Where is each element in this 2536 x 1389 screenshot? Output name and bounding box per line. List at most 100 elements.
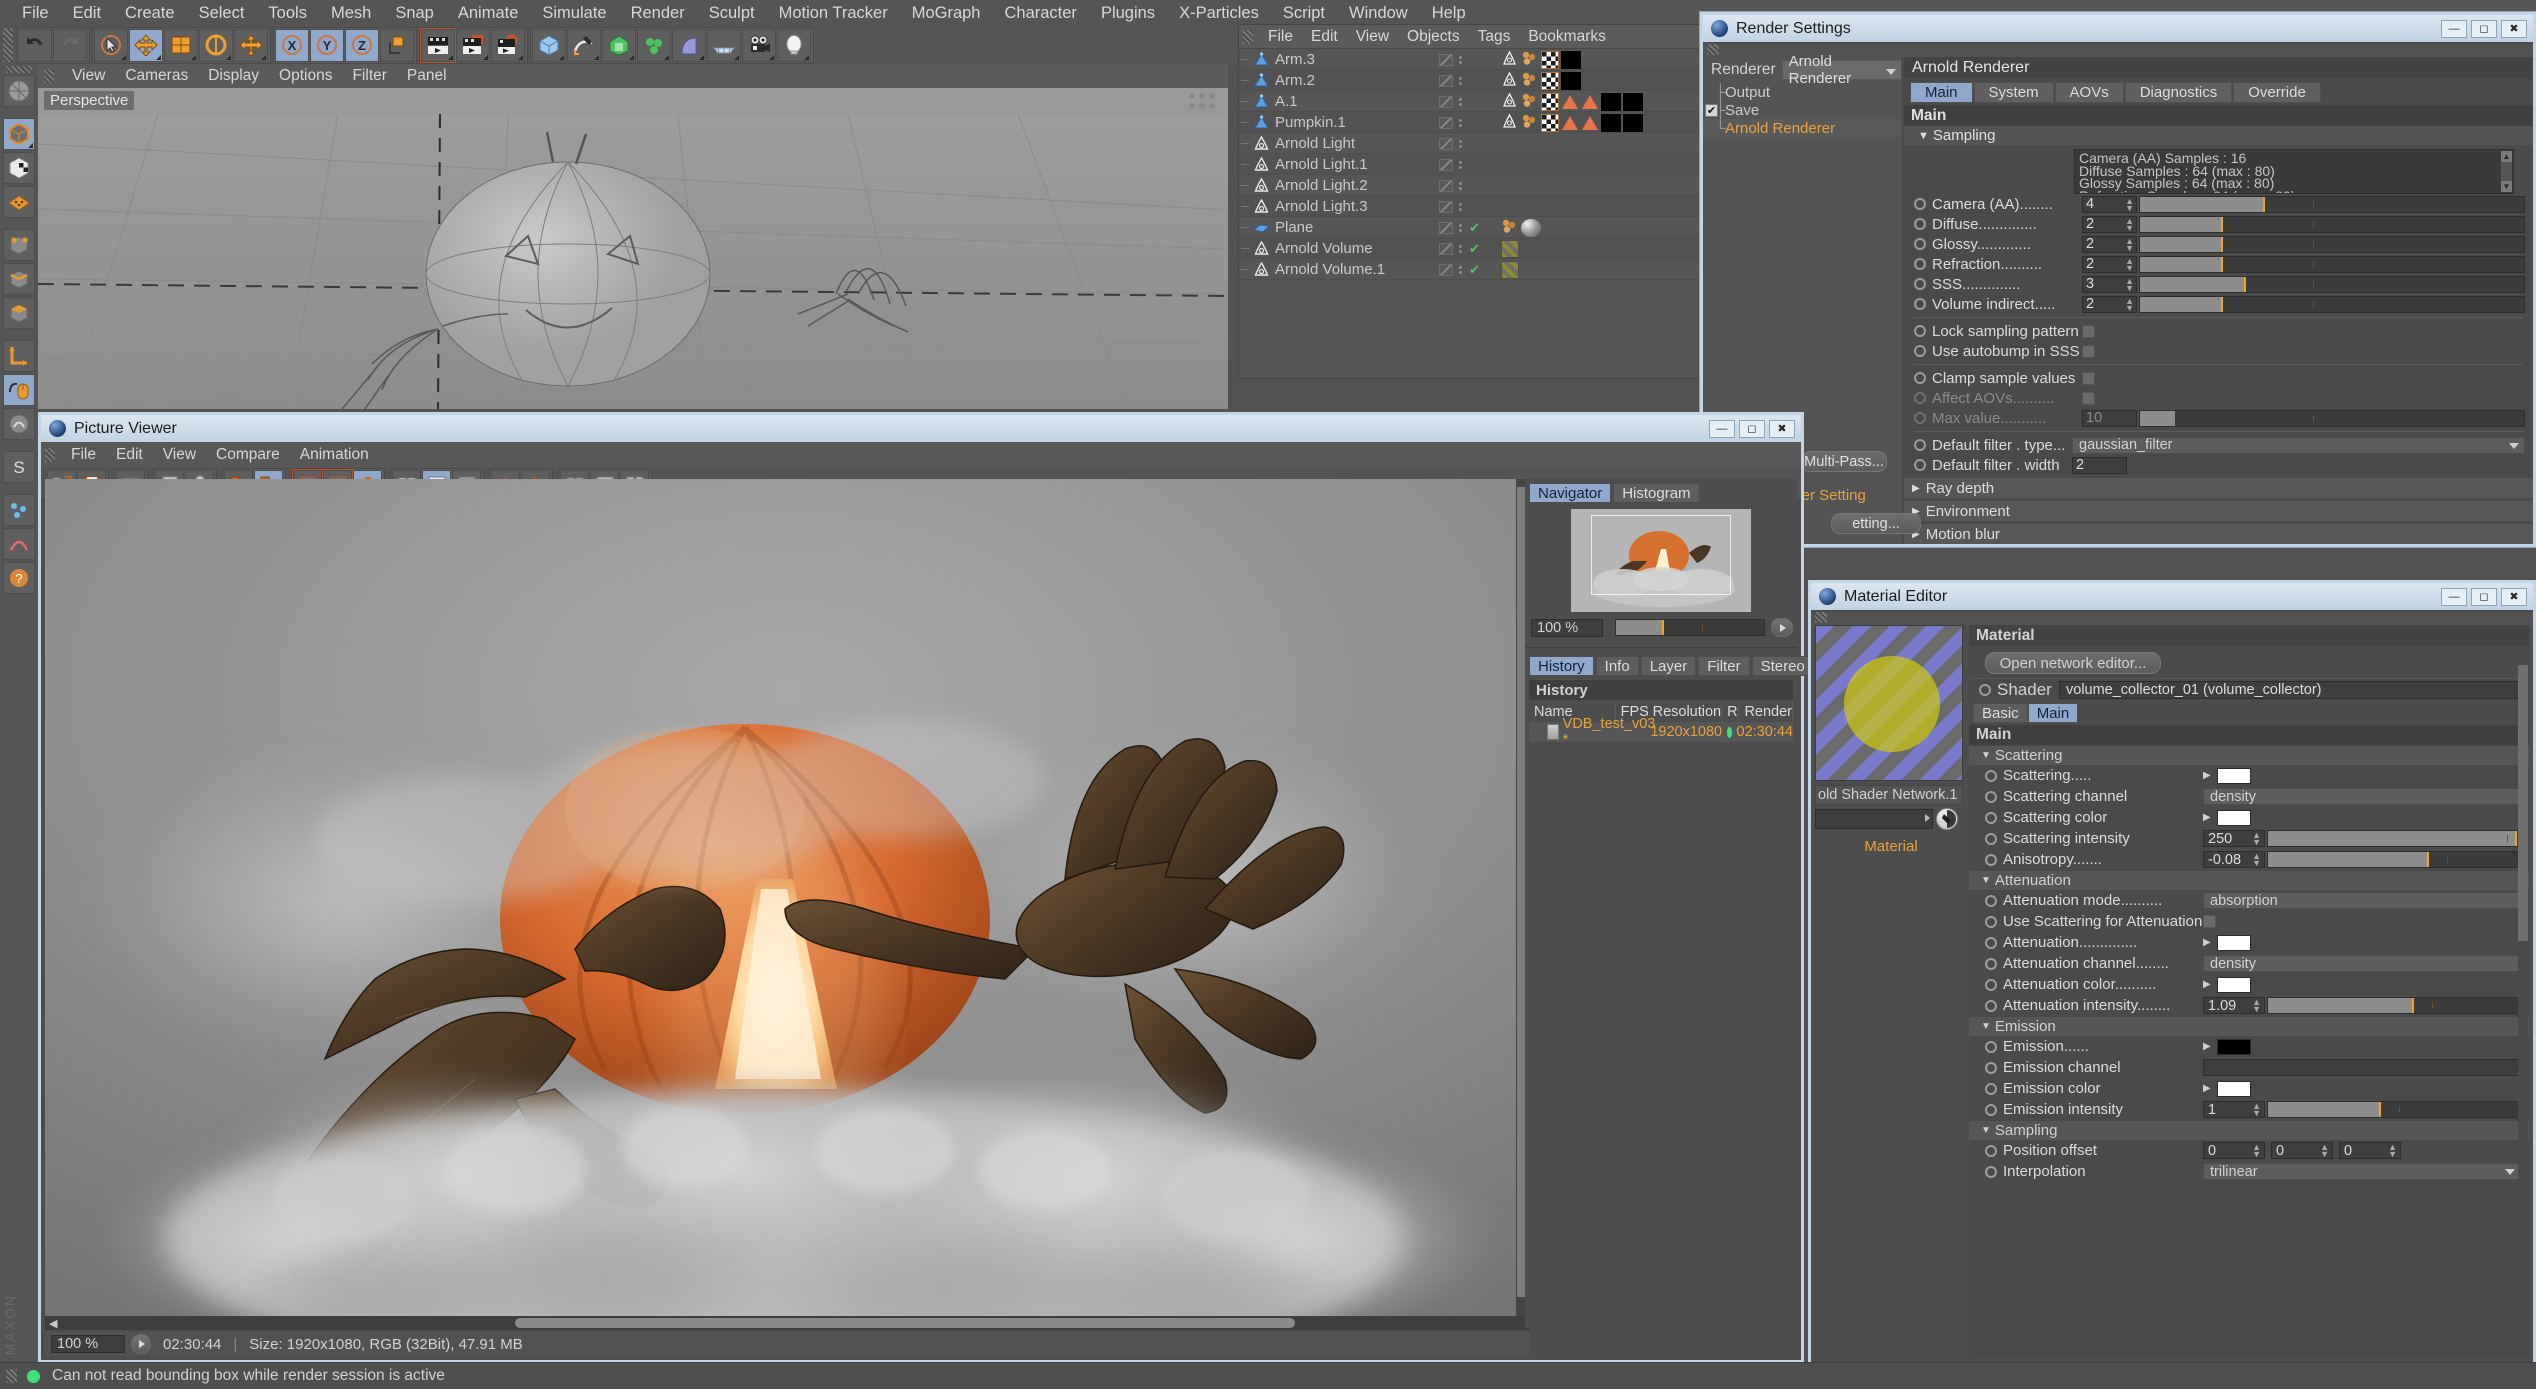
render-checkbox-radio[interactable] <box>1914 325 1926 337</box>
spinner-icon[interactable]: ▲ ▼ <box>2252 998 2261 1014</box>
visibility-dots[interactable] <box>1459 76 1465 85</box>
spinner-icon[interactable]: ▲ ▼ <box>2252 1143 2261 1159</box>
picture-viewer-zoom-input[interactable]: 100 % <box>51 1335 125 1353</box>
render-settings-icon[interactable] <box>491 28 525 62</box>
tag-triangle-icon[interactable] <box>1561 93 1579 111</box>
material-editor-titlebar[interactable]: Material Editor — ◻ ✖ <box>1811 583 2533 610</box>
enabled-check-icon[interactable]: ✔ <box>1469 220 1481 236</box>
camera-icon[interactable] <box>742 28 776 62</box>
enabled-check-icon[interactable]: ✔ <box>1469 241 1481 257</box>
spline-pen-icon[interactable] <box>567 28 601 62</box>
sampling-value-input[interactable]: 2 ▲ ▼ <box>2082 215 2137 233</box>
tag-material-icon[interactable] <box>1521 50 1539 70</box>
workplane-icon[interactable] <box>3 186 35 218</box>
menu-item-file[interactable]: File <box>10 0 61 26</box>
material-row-radio[interactable] <box>1985 1144 1997 1157</box>
material-row-radio[interactable] <box>1985 811 1997 824</box>
menu-item-render[interactable]: Render <box>619 0 697 26</box>
om-menu-view[interactable]: View <box>1347 28 1398 46</box>
tag-arnold-icon[interactable] <box>1501 71 1519 91</box>
menu-item-script[interactable]: Script <box>1271 0 1337 26</box>
tag-material-icon[interactable] <box>1521 71 1539 91</box>
cube-primitive-icon[interactable] <box>532 28 566 62</box>
viewport-menu-cameras[interactable]: Cameras <box>115 67 198 85</box>
render-checkbox[interactable] <box>2082 371 2095 385</box>
sampling-value-input[interactable]: 4 ▲ ▼ <box>2082 195 2137 213</box>
s-logo-icon[interactable]: S <box>3 451 35 483</box>
rendered-image-canvas[interactable] <box>45 479 1530 1323</box>
render-checkbox-radio[interactable] <box>1914 372 1926 384</box>
pv-menu-file[interactable]: File <box>61 446 106 464</box>
sampling-slider[interactable] <box>2139 255 2525 273</box>
render-checkbox[interactable] <box>2082 391 2095 405</box>
tag-triangle-icon[interactable] <box>1581 93 1599 111</box>
tag-arnold-icon[interactable] <box>1501 92 1519 112</box>
viewport-menu-options[interactable]: Options <box>269 67 342 85</box>
setting-button[interactable]: etting... <box>1831 513 1921 534</box>
make-editable-icon[interactable] <box>3 75 35 107</box>
pv-menu-edit[interactable]: Edit <box>106 446 153 464</box>
material-row-radio[interactable] <box>1985 1061 1997 1074</box>
table-row[interactable]: Pumpkin.1 <box>1239 112 1707 133</box>
snap-settings-icon[interactable] <box>3 408 35 440</box>
menu-item-character[interactable]: Character <box>992 0 1088 26</box>
spinner-icon[interactable]: ▲ ▼ <box>2388 1143 2397 1159</box>
visibility-dots[interactable] <box>1459 202 1465 211</box>
pv-close-button[interactable]: ✖ <box>1769 419 1795 438</box>
environment-floor-icon[interactable] <box>707 28 741 62</box>
xparticles-question-icon[interactable]: ? <box>3 562 35 594</box>
collapsed-section-environment[interactable]: ▶ Environment <box>1904 500 2533 521</box>
redo-icon[interactable] <box>53 28 87 62</box>
material-text-field[interactable] <box>2203 1059 2521 1076</box>
tag-black-icon[interactable] <box>1561 50 1581 69</box>
table-row[interactable]: Arnold Volume ✔ <box>1239 238 1707 259</box>
layer-color-swatch[interactable] <box>1439 221 1453 234</box>
layer-color-swatch[interactable] <box>1439 179 1453 192</box>
color-swatch[interactable] <box>2216 1038 2251 1055</box>
attenuation-group-toggle[interactable]: ▼ Attenuation <box>1969 871 2529 890</box>
tag-triangle-icon[interactable] <box>1561 114 1579 132</box>
material-slider[interactable] <box>2267 1101 2521 1118</box>
scattering-group-toggle[interactable]: ▼ Scattering <box>1969 746 2529 765</box>
material-row-radio[interactable] <box>1985 769 1997 782</box>
layer-color-swatch[interactable] <box>1439 116 1453 129</box>
om-menu-file[interactable]: File <box>1259 28 1302 46</box>
material-row-radio[interactable] <box>1985 832 1997 845</box>
sampling-group-toggle[interactable]: ▼ Sampling <box>1904 126 2533 145</box>
sampling-value-input[interactable]: 3 ▲ ▼ <box>2082 275 2137 293</box>
tag-black-icon[interactable] <box>1561 71 1581 90</box>
menu-item-animate[interactable]: Animate <box>446 0 531 26</box>
menu-item-tools[interactable]: Tools <box>256 0 319 26</box>
me-close-button[interactable]: ✖ <box>2501 587 2527 606</box>
layer-color-swatch[interactable] <box>1439 242 1453 255</box>
material-combo[interactable]: trilinear <box>2203 1163 2521 1180</box>
enabled-check-icon[interactable]: ✔ <box>1469 262 1481 278</box>
left-toolbar-grip[interactable] <box>6 66 32 73</box>
eyedropper-icon[interactable] <box>1936 808 1958 830</box>
viewport-menu-view[interactable]: View <box>62 67 115 85</box>
multipass-button[interactable]: Multi-Pass... <box>1801 451 1887 472</box>
sampling-slider[interactable] <box>2139 215 2525 233</box>
tag-checker-icon[interactable] <box>1541 71 1559 90</box>
menu-item-x-particles[interactable]: X-Particles <box>1167 0 1271 26</box>
emission-group-toggle[interactable]: ▼ Emission <box>1969 1017 2529 1036</box>
tag-material-icon[interactable] <box>1501 218 1519 238</box>
material-row-radio[interactable] <box>1985 957 1997 970</box>
renderer-dropdown[interactable]: Arnold Renderer <box>1781 53 1902 87</box>
tag-material-preview[interactable] <box>1521 218 1541 237</box>
tag-material-icon[interactable] <box>1521 113 1539 133</box>
shader-radio[interactable] <box>1979 683 1991 696</box>
sampling-radio[interactable] <box>1914 298 1926 310</box>
tab-main[interactable]: Main <box>1910 82 1973 103</box>
texture-mode-icon[interactable] <box>3 152 35 184</box>
layer-color-swatch[interactable] <box>1439 137 1453 150</box>
vector-input-2[interactable]: 0 ▲ ▼ <box>2339 1142 2401 1159</box>
color-swatch[interactable] <box>2216 809 2251 826</box>
material-panel-scrollbar[interactable] <box>2518 665 2528 1354</box>
visibility-dots[interactable] <box>1459 244 1465 253</box>
history-row[interactable]: VDB_test_v03 * 1920x1080 02:30:44 <box>1529 716 1793 748</box>
expand-arrow-icon[interactable]: ▶ <box>2203 812 2211 823</box>
material-row-radio[interactable] <box>1985 999 1997 1012</box>
scale-tool-icon[interactable] <box>164 28 198 62</box>
scroll-left-arrow-icon[interactable]: ◀ <box>49 1317 57 1330</box>
